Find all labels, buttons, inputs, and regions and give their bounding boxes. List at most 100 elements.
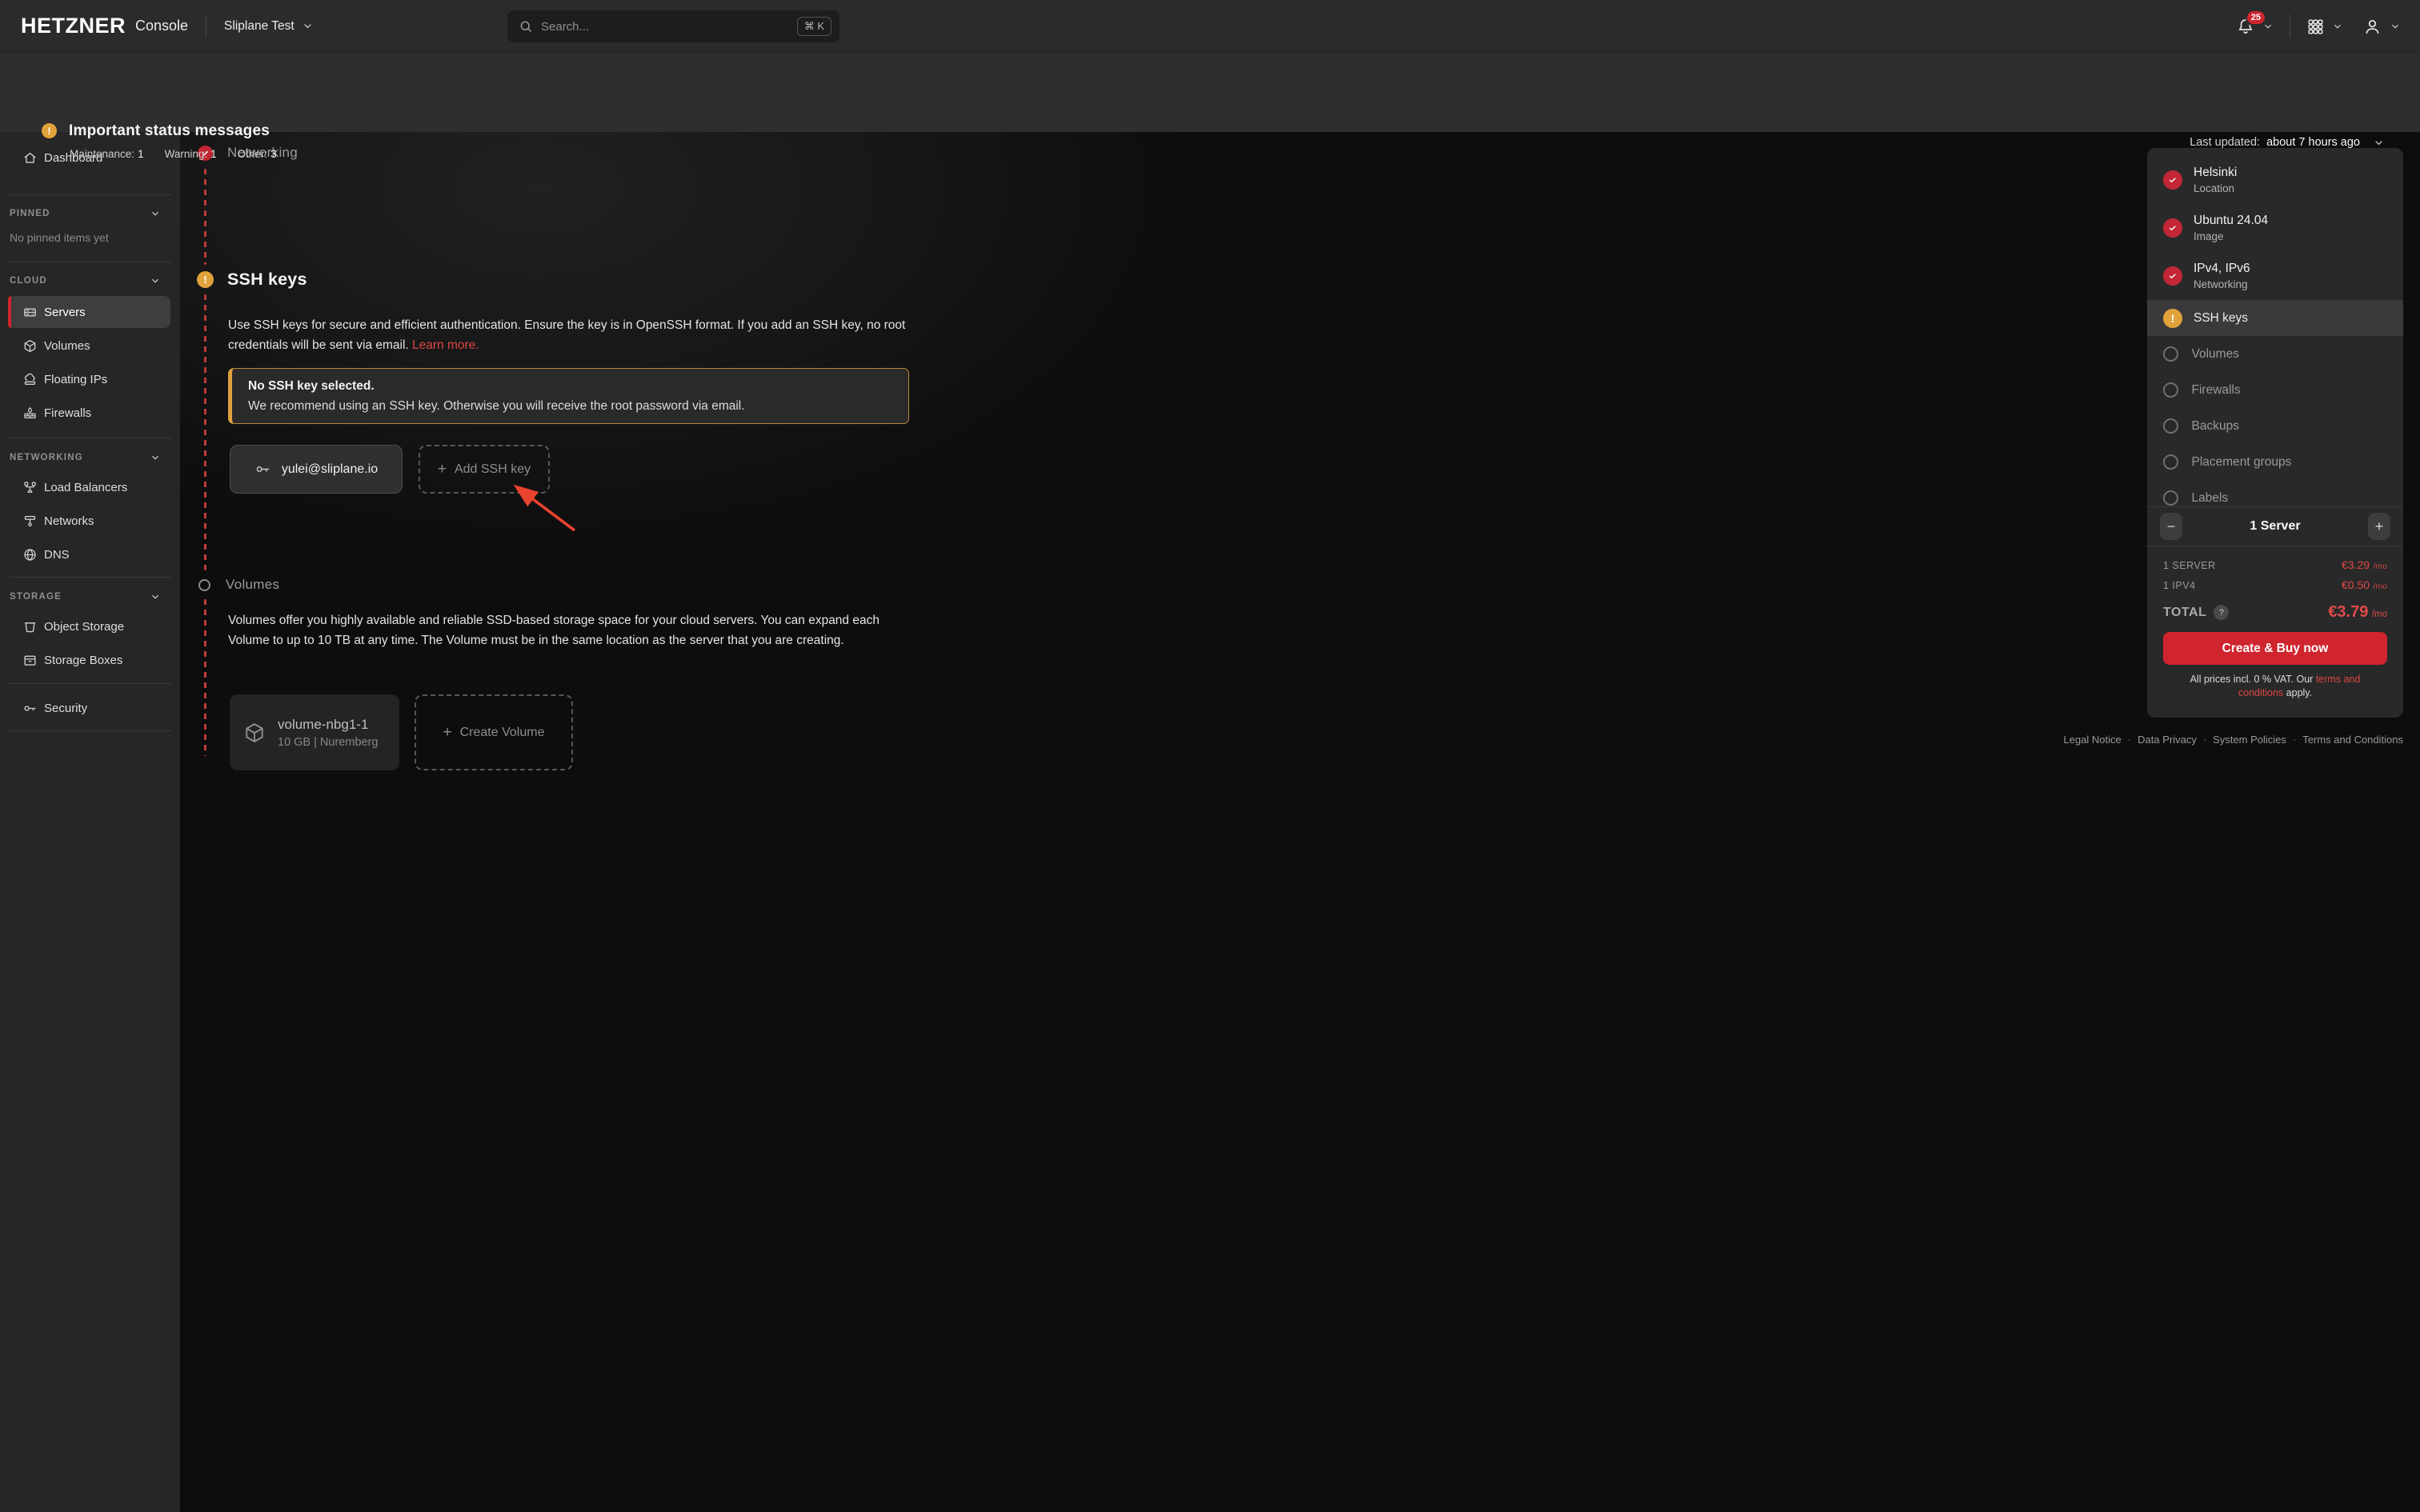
- project-selector[interactable]: Sliplane Test: [224, 19, 314, 34]
- sidebar-item-label: Servers: [44, 306, 86, 319]
- vat-note: All prices incl. 0 % VAT. Our terms and …: [2168, 673, 2382, 700]
- sidebar-item-object-storage[interactable]: Object Storage: [8, 610, 170, 642]
- sidebar-item-volumes[interactable]: Volumes: [8, 330, 170, 362]
- summary-step-firewalls[interactable]: Firewalls: [2147, 372, 2403, 408]
- circle-icon: [2163, 454, 2178, 470]
- search-bar[interactable]: ⌘ K: [507, 10, 839, 42]
- step-label: SSH keys: [2194, 311, 2248, 326]
- sidebar-section-pinned[interactable]: PINNED: [0, 205, 180, 222]
- divider: [9, 577, 171, 578]
- circle-icon: [2163, 346, 2178, 362]
- sidebar: Dashboard PINNED No pinned items yet CLO…: [0, 132, 180, 1512]
- sidebar-item-storage-boxes[interactable]: Storage Boxes: [8, 644, 170, 676]
- last-updated-dropdown[interactable]: Last updated: about 7 hours ago: [2190, 136, 2385, 149]
- chevron-down-icon: [2373, 137, 2385, 149]
- dot-separator: ·: [2293, 734, 2296, 746]
- price-label: 1 SERVER: [2163, 557, 2216, 575]
- server-create-content: Networking ! SSH keys Use SSH keys for s…: [180, 132, 2420, 1512]
- sidebar-item-dns[interactable]: DNS: [8, 538, 170, 570]
- last-updated-label: Last updated:: [2190, 136, 2260, 149]
- sidebar-section-storage[interactable]: STORAGE: [0, 588, 180, 606]
- create-and-buy-button[interactable]: Create & Buy now: [2163, 632, 2387, 665]
- chevron-down-icon: [2332, 21, 2343, 32]
- dot-separator: ·: [2128, 734, 2131, 746]
- footer-link-terms[interactable]: Terms and Conditions: [2302, 734, 2403, 746]
- summary-step-labels[interactable]: Labels: [2147, 480, 2403, 506]
- maintenance-count: Maintenance:1: [70, 148, 144, 160]
- summary-step-backups[interactable]: Backups: [2147, 408, 2403, 444]
- sidebar-item-firewalls[interactable]: Firewalls: [8, 397, 170, 429]
- topbar-actions: 25: [2236, 0, 2401, 53]
- volume-name: volume-nbg1-1: [278, 717, 378, 733]
- timeline-dashed-line: [204, 599, 206, 756]
- sidebar-item-label: Load Balancers: [44, 481, 127, 494]
- sidebar-section-networking[interactable]: NETWORKING: [0, 449, 180, 466]
- summary-step-networking[interactable]: IPv4, IPv6 Networking: [2147, 252, 2403, 300]
- sidebar-item-security[interactable]: Security: [8, 692, 170, 724]
- server-count-stepper: − 1 Server +: [2147, 506, 2403, 546]
- project-name: Sliplane Test: [224, 19, 294, 34]
- sidebar-item-label: Security: [44, 702, 87, 715]
- dot-separator: ·: [2203, 734, 2206, 746]
- ssh-key-chip[interactable]: yulei@sliplane.io: [230, 445, 403, 494]
- footer-link-legal-notice[interactable]: Legal Notice: [2064, 734, 2122, 746]
- step-label: Firewalls: [2192, 383, 2241, 398]
- step-value: Helsinki: [2194, 164, 2237, 181]
- decrease-server-count-button[interactable]: −: [2160, 513, 2182, 540]
- timeline-dashed-line: [204, 294, 206, 570]
- status-counts: Maintenance:1 Warning:1 Other:3: [70, 148, 277, 160]
- footer-link-system-policies[interactable]: System Policies: [2213, 734, 2286, 746]
- apps-menu[interactable]: [2306, 18, 2343, 36]
- load-balancer-icon: [22, 480, 38, 495]
- footer-link-data-privacy[interactable]: Data Privacy: [2138, 734, 2197, 746]
- divider: [9, 194, 171, 195]
- sidebar-item-label: Storage Boxes: [44, 654, 122, 667]
- summary-step-image[interactable]: Ubuntu 24.04 Image: [2147, 204, 2403, 252]
- check-icon: [2163, 218, 2182, 238]
- sidebar-item-label: Object Storage: [44, 620, 124, 634]
- summary-step-ssh-keys[interactable]: ! SSH keys: [2147, 300, 2403, 336]
- step-value: IPv4, IPv6: [2194, 260, 2250, 277]
- learn-more-link[interactable]: Learn more.: [412, 338, 479, 352]
- globe-icon: [22, 547, 38, 562]
- create-volume-label: Create Volume: [460, 726, 545, 740]
- sidebar-item-servers[interactable]: Servers: [8, 296, 170, 328]
- sidebar-item-floating-ips[interactable]: Floating IPs: [8, 363, 170, 395]
- ssh-warning-box: No SSH key selected. We recommend using …: [228, 368, 909, 424]
- circle-icon: [2163, 382, 2178, 398]
- step-title: Volumes: [226, 577, 279, 593]
- plus-icon: +: [438, 462, 447, 477]
- step-title: SSH keys: [227, 270, 307, 290]
- search-input[interactable]: [541, 20, 797, 34]
- sidebar-item-label: DNS: [44, 548, 70, 562]
- apps-grid-icon: [2306, 18, 2325, 36]
- top-bar: HETZNER Console Sliplane Test ⌘ K 25: [0, 0, 2420, 53]
- volumes-description: Volumes offer you highly available and r…: [228, 610, 907, 650]
- notifications-menu[interactable]: 25: [2236, 17, 2274, 36]
- summary-step-volumes[interactable]: Volumes: [2147, 336, 2403, 372]
- floating-ip-icon: [22, 372, 38, 387]
- user-menu[interactable]: [2362, 17, 2401, 37]
- order-summary-panel: Helsinki Location Ubuntu 24.04 Image I: [2147, 148, 2403, 718]
- volume-card[interactable]: volume-nbg1-1 10 GB | Nuremberg: [230, 694, 399, 770]
- step-volumes-header[interactable]: Volumes: [198, 577, 279, 593]
- sidebar-item-label: Firewalls: [44, 406, 91, 420]
- chevron-down-icon: [150, 452, 161, 463]
- question-icon[interactable]: ?: [2214, 605, 2229, 620]
- increase-server-count-button[interactable]: +: [2368, 513, 2390, 540]
- check-icon: [2163, 266, 2182, 286]
- sidebar-item-load-balancers[interactable]: Load Balancers: [8, 471, 170, 503]
- summary-step-placement-groups[interactable]: Placement groups: [2147, 444, 2403, 480]
- sidebar-item-networks[interactable]: Networks: [8, 505, 170, 537]
- summary-step-location[interactable]: Helsinki Location: [2147, 156, 2403, 204]
- bucket-icon: [22, 619, 38, 634]
- step-label: Labels: [2192, 491, 2229, 506]
- create-volume-button[interactable]: + Create Volume: [415, 694, 573, 770]
- step-label: Networking: [2194, 277, 2250, 292]
- step-value: Ubuntu 24.04: [2194, 212, 2268, 229]
- sidebar-section-cloud[interactable]: CLOUD: [0, 272, 180, 290]
- chevron-down-icon: [150, 591, 161, 602]
- add-ssh-key-button[interactable]: + Add SSH key: [419, 445, 550, 494]
- bell-icon: 25: [2236, 17, 2255, 36]
- price-label: 1 IPV4: [2163, 577, 2196, 595]
